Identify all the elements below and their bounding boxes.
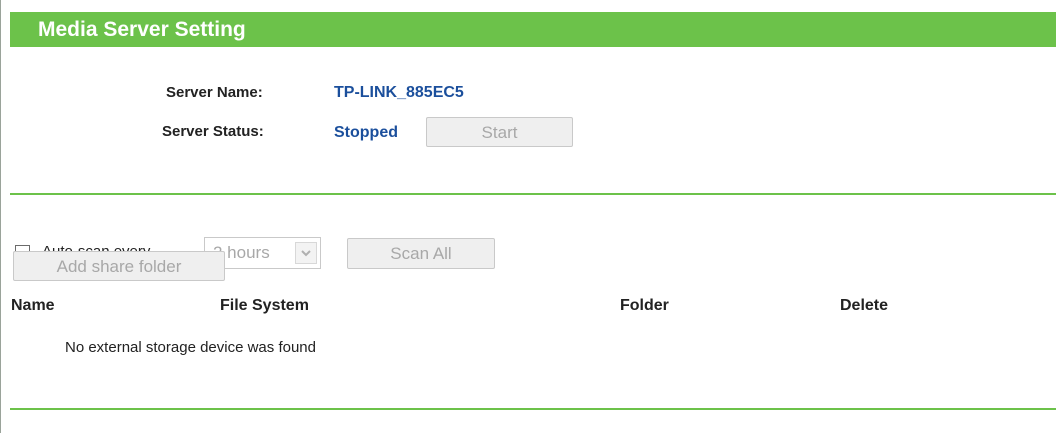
server-status-label: Server Status: — [162, 123, 264, 140]
scan-all-button[interactable]: Scan All — [347, 238, 495, 269]
server-status-value: Stopped — [334, 124, 398, 141]
media-server-panel: Media Server Setting Server Name: TP-LIN… — [0, 0, 1056, 433]
server-name-value: TP-LINK_885EC5 — [334, 84, 464, 101]
chevron-down-icon[interactable] — [295, 242, 317, 264]
section-header: Media Server Setting — [10, 12, 1056, 47]
server-name-label: Server Name: — [166, 84, 263, 101]
empty-table-message: No external storage device was found — [65, 339, 316, 356]
divider-top — [10, 193, 1056, 195]
add-share-folder-button[interactable]: Add share folder — [13, 251, 225, 281]
column-header-name: Name — [11, 297, 55, 314]
column-header-file-system: File System — [220, 297, 309, 314]
column-header-folder: Folder — [620, 297, 669, 314]
start-button[interactable]: Start — [426, 117, 573, 147]
page-title: Media Server Setting — [38, 18, 246, 41]
divider-bottom — [10, 408, 1056, 410]
column-header-delete: Delete — [840, 297, 889, 314]
